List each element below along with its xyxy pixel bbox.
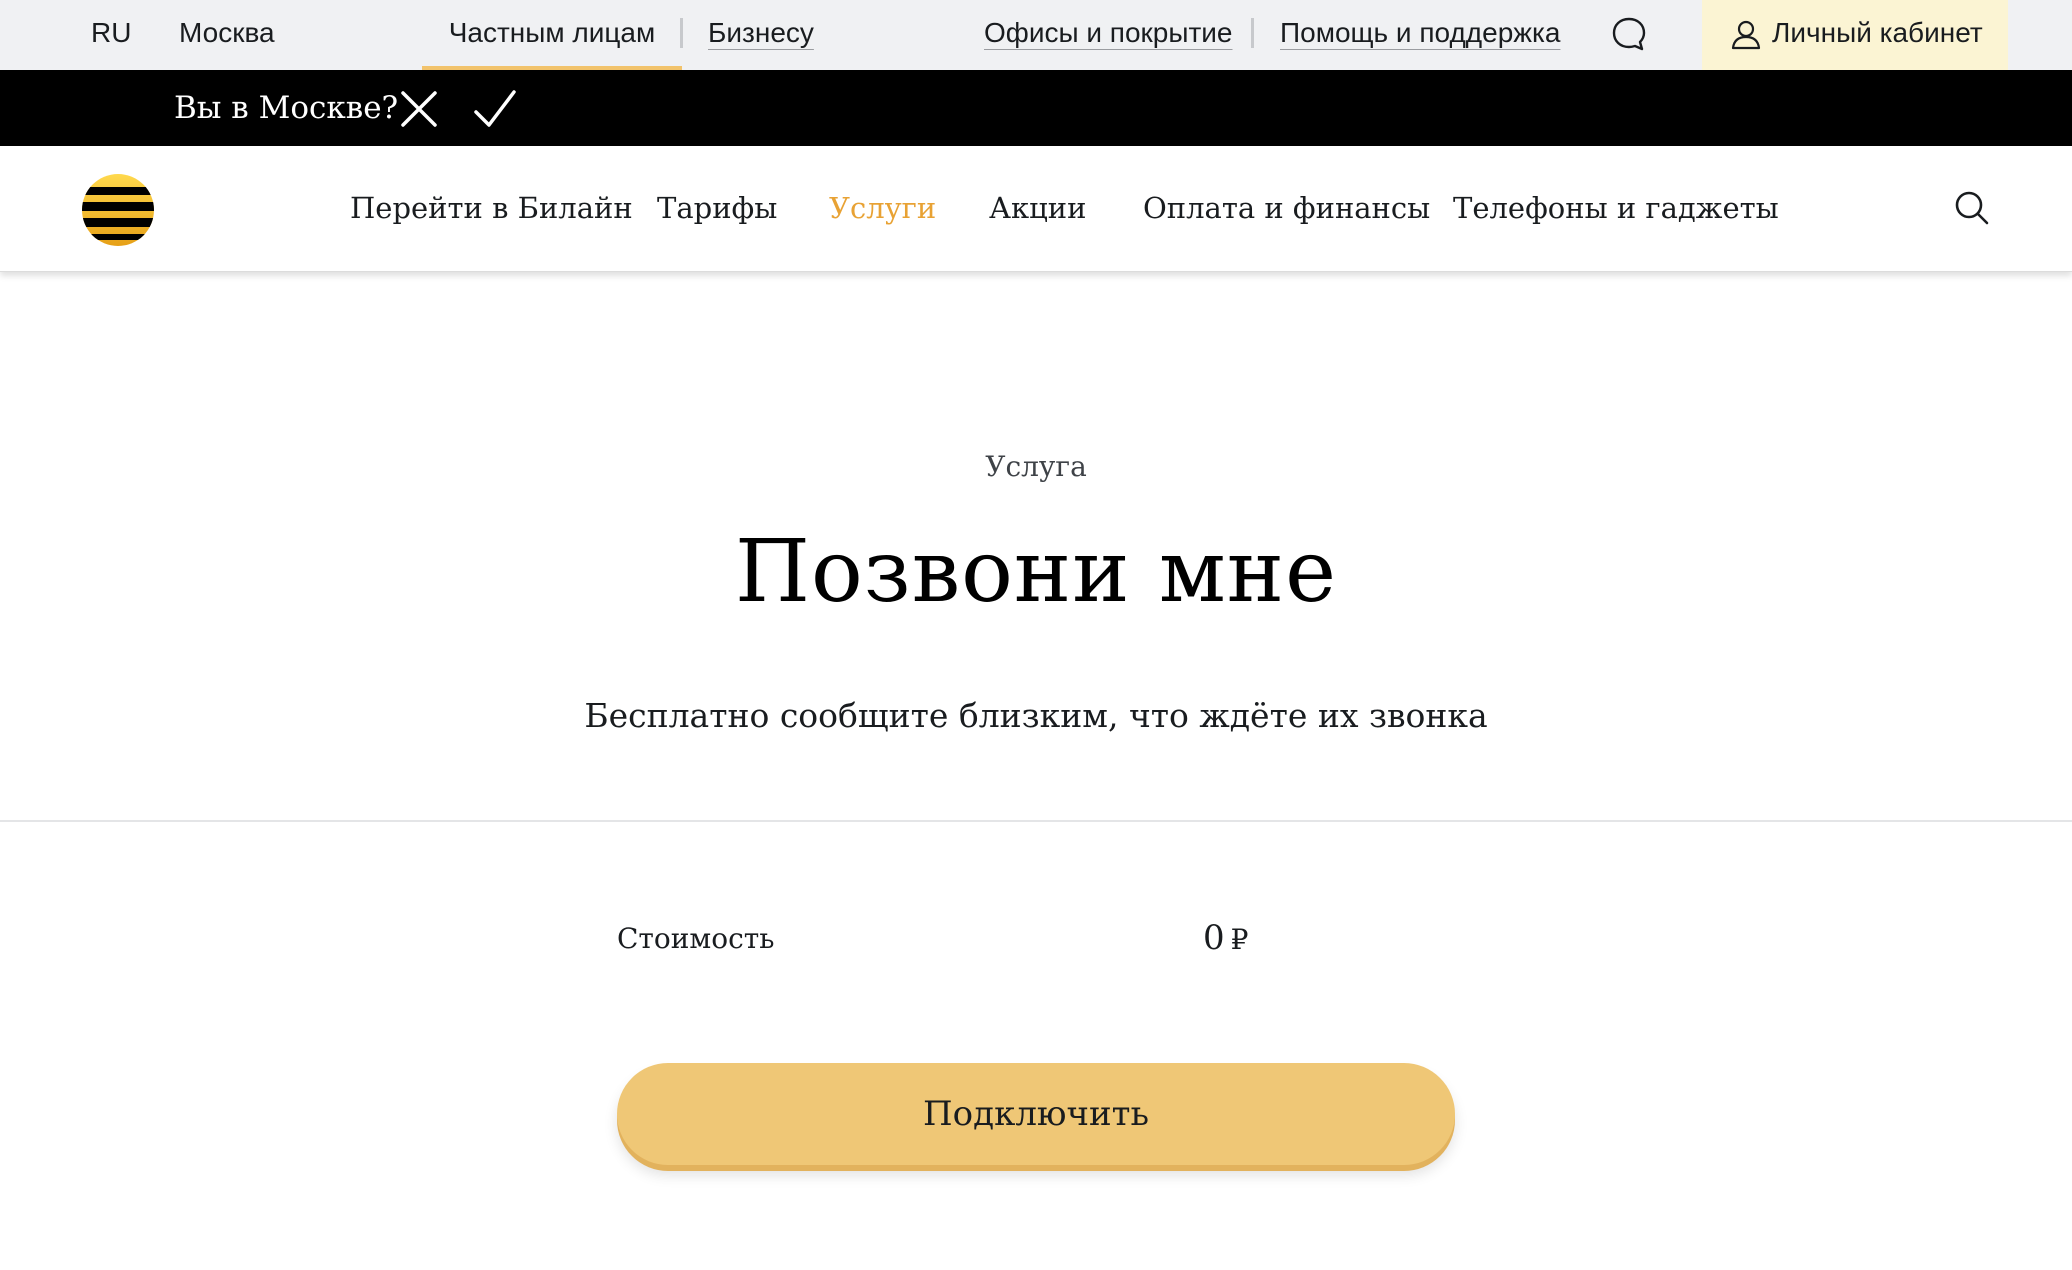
personal-account-label: Личный кабинет [1772, 17, 1983, 48]
personal-account-button[interactable]: Личный кабинет [1702, 0, 2008, 70]
check-icon[interactable] [474, 88, 516, 130]
service-eyebrow: Услуга [985, 450, 1087, 483]
segment-private[interactable]: Частным лицам [422, 0, 682, 70]
beeline-logo[interactable] [82, 174, 154, 246]
connect-button-label: Подключить [923, 1094, 1149, 1134]
section-divider [0, 820, 2072, 822]
price-amount: 0 [1203, 918, 1225, 958]
nav-go-to-beeline[interactable]: Перейти в Билайн [350, 146, 633, 270]
location-question: Вы в Москве? [174, 90, 399, 126]
price-currency: ₽ [1230, 923, 1249, 956]
location-confirm-bar: Вы в Москве? [0, 70, 2072, 146]
nav-services[interactable]: Услуги [829, 146, 936, 270]
close-icon[interactable] [398, 88, 440, 130]
nav-tariffs[interactable]: Тарифы [657, 146, 777, 270]
top-utility-bar: RU Москва Частным лицам Бизнесу Офисы и … [0, 0, 2072, 70]
nav-promotions[interactable]: Акции [989, 146, 1086, 270]
nav-payment-finance[interactable]: Оплата и финансы [1143, 146, 1430, 270]
price-value: 0 ₽ [1203, 918, 1248, 958]
main-navigation: Перейти в Билайн Тарифы Услуги Акции Опл… [0, 146, 2072, 272]
segment-divider [680, 18, 683, 48]
page-title: Позвони мне [735, 522, 1337, 622]
price-label: Стоимость [617, 922, 775, 955]
language-switch[interactable]: RU [91, 0, 131, 70]
chat-bubble-icon[interactable] [1610, 15, 1648, 53]
segment-business[interactable]: Бизнесу [708, 0, 814, 70]
links-divider [1251, 18, 1254, 48]
nav-phones-gadgets[interactable]: Телефоны и гаджеты [1453, 146, 1779, 270]
page-subtitle: Бесплатно сообщите близким, что ждёте их… [584, 696, 1488, 735]
connect-button[interactable]: Подключить [617, 1063, 1455, 1165]
help-link[interactable]: Помощь и поддержка [1280, 0, 1560, 70]
user-icon [1731, 20, 1761, 50]
search-icon[interactable] [1954, 190, 1990, 226]
offices-link[interactable]: Офисы и покрытие [984, 0, 1233, 70]
city-selector[interactable]: Москва [179, 0, 275, 70]
